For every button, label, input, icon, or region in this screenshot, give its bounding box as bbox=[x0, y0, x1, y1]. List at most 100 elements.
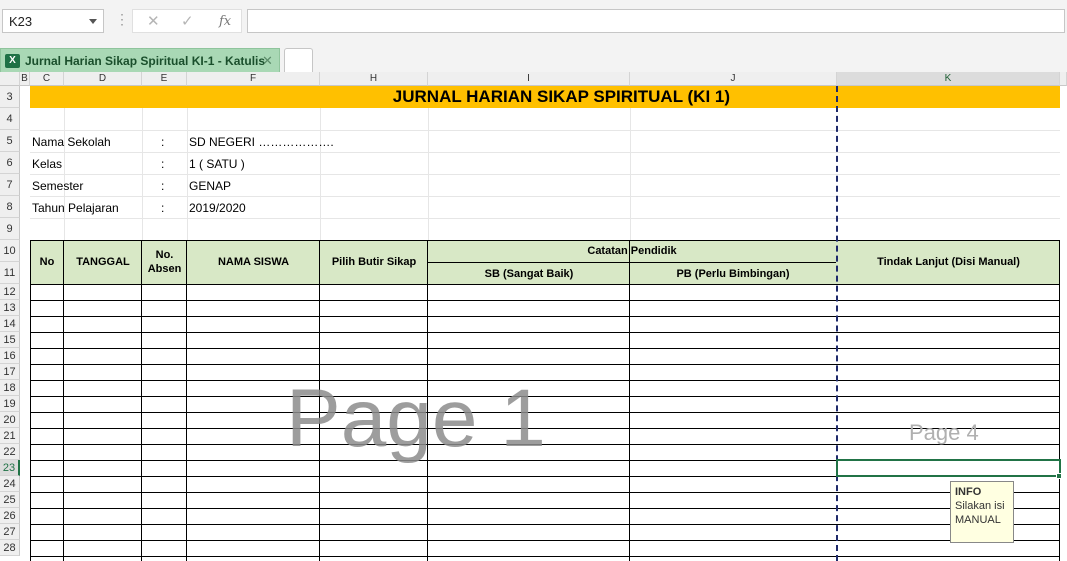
row-header-3[interactable]: 3 bbox=[0, 86, 20, 108]
selected-cell-k23[interactable] bbox=[836, 459, 1061, 477]
page-4-watermark: Page 4 bbox=[909, 420, 979, 445]
header-tanggal: TANGGAL bbox=[76, 256, 130, 268]
row-header-18[interactable]: 18 bbox=[0, 380, 20, 396]
select-all-corner[interactable] bbox=[0, 72, 20, 86]
tab-active-workbook[interactable]: X Jurnal Harian Sikap Spiritual KI-1 - K… bbox=[0, 48, 280, 72]
table-border-vertical bbox=[629, 240, 630, 561]
row-header-4[interactable]: 4 bbox=[0, 108, 20, 130]
workbook-tabs: X Jurnal Harian Sikap Spiritual KI-1 - K… bbox=[0, 46, 1067, 72]
row-header-28[interactable]: 28 bbox=[0, 540, 20, 556]
row-header-22[interactable]: 22 bbox=[0, 444, 20, 460]
row-header-11[interactable]: 11 bbox=[0, 262, 20, 284]
column-header-j[interactable]: J bbox=[630, 72, 837, 86]
row-header-19[interactable]: 19 bbox=[0, 396, 20, 412]
gridline bbox=[30, 130, 1060, 131]
header-no-absen-2: Absen bbox=[147, 263, 182, 275]
table-border-horizontal bbox=[30, 300, 1060, 301]
column-header-h[interactable]: H bbox=[320, 72, 428, 86]
gridline bbox=[142, 108, 143, 240]
gridline bbox=[30, 218, 1060, 219]
table-border-horizontal bbox=[428, 262, 836, 263]
row-header-14[interactable]: 14 bbox=[0, 316, 20, 332]
function-icon[interactable]: fx bbox=[219, 14, 231, 29]
page-1-watermark: Page 1 bbox=[286, 373, 546, 464]
check-icon[interactable]: ✓ bbox=[181, 12, 194, 30]
gridline bbox=[320, 108, 321, 240]
table-border-vertical bbox=[63, 240, 64, 561]
header-sb: SB (Sangat Baik) bbox=[484, 268, 574, 280]
gridline bbox=[30, 196, 1060, 197]
column-header-k[interactable]: K bbox=[837, 72, 1060, 86]
row-header-24[interactable]: 24 bbox=[0, 476, 20, 492]
header-pb: PB (Perlu Bimbingan) bbox=[676, 268, 790, 280]
table-border-horizontal bbox=[30, 332, 1060, 333]
cancel-icon[interactable]: ✕ bbox=[147, 12, 160, 30]
gridline bbox=[630, 108, 631, 240]
cell-comment: INFO Silakan isi MANUAL bbox=[950, 481, 1014, 543]
gridline bbox=[30, 174, 1060, 175]
gridline bbox=[64, 108, 65, 240]
label-semester: Semester bbox=[32, 179, 84, 193]
table-border-horizontal bbox=[30, 556, 1060, 557]
separator: : bbox=[161, 135, 165, 149]
excel-icon: X bbox=[5, 54, 20, 68]
row-header-10[interactable]: 10 bbox=[0, 240, 20, 262]
row-header-9[interactable]: 9 bbox=[0, 218, 20, 240]
row-header-20[interactable]: 20 bbox=[0, 412, 20, 428]
table-border-horizontal bbox=[30, 316, 1060, 317]
column-header-next[interactable] bbox=[1060, 72, 1067, 86]
new-tab-button[interactable] bbox=[284, 48, 313, 72]
separator: : bbox=[161, 157, 165, 171]
column-header-f[interactable]: F bbox=[187, 72, 320, 86]
header-no: No bbox=[39, 256, 55, 268]
row-header-25[interactable]: 25 bbox=[0, 492, 20, 508]
row-header-27[interactable]: 27 bbox=[0, 524, 20, 540]
separator: : bbox=[161, 201, 165, 215]
column-header-d[interactable]: D bbox=[64, 72, 142, 86]
chevron-down-icon[interactable] bbox=[89, 19, 97, 24]
row-header-17[interactable]: 17 bbox=[0, 364, 20, 380]
value-kelas[interactable]: 1 ( SATU ) bbox=[189, 157, 245, 171]
row-header-21[interactable]: 21 bbox=[0, 428, 20, 444]
row-header-12[interactable]: 12 bbox=[0, 284, 20, 300]
row-header-23[interactable]: 23 bbox=[0, 460, 20, 476]
close-icon[interactable]: ✕ bbox=[262, 53, 273, 69]
table-border-horizontal bbox=[30, 540, 1060, 541]
row-header-26[interactable]: 26 bbox=[0, 508, 20, 524]
column-header-i[interactable]: I bbox=[428, 72, 630, 86]
table-border-horizontal bbox=[30, 508, 1060, 509]
header-pilih-butir: Pilih Butir Sikap bbox=[331, 256, 417, 268]
comment-line-2: MANUAL bbox=[955, 514, 1001, 526]
header-no-absen-1: No. bbox=[155, 249, 174, 261]
row-header-16[interactable]: 16 bbox=[0, 348, 20, 364]
column-header-e[interactable]: E bbox=[142, 72, 187, 86]
spreadsheet-grid[interactable]: B C D E F H I J K 3 4 5 6 7 8 9 10 11 12 13 14 15 16 1… bbox=[0, 72, 1067, 561]
row-header-13[interactable]: 13 bbox=[0, 300, 20, 316]
column-header-c[interactable]: C bbox=[30, 72, 64, 86]
comment-line-1: Silakan isi bbox=[955, 500, 1005, 512]
name-box[interactable]: K23 bbox=[2, 9, 104, 33]
label-nama-sekolah: Nama Sekolah bbox=[32, 135, 111, 149]
gridline bbox=[428, 108, 429, 240]
formula-input[interactable] bbox=[247, 9, 1065, 33]
formula-bar: K23 ⋮ ✕ ✓ fx bbox=[0, 0, 1067, 46]
separator: : bbox=[161, 179, 165, 193]
column-header-b[interactable]: B bbox=[20, 72, 30, 86]
value-semester[interactable]: GENAP bbox=[189, 179, 231, 193]
header-nama-siswa: NAMA SISWA bbox=[217, 256, 290, 268]
row-header-7[interactable]: 7 bbox=[0, 174, 20, 196]
table-border-vertical bbox=[186, 240, 187, 561]
row-header-6[interactable]: 6 bbox=[0, 152, 20, 174]
table-border-horizontal bbox=[30, 240, 1060, 241]
sheet-title: JURNAL HARIAN SIKAP SPIRITUAL (KI 1) bbox=[392, 87, 730, 106]
value-nama-sekolah[interactable]: SD NEGERI ………………. bbox=[189, 135, 334, 149]
row-header-8[interactable]: 8 bbox=[0, 196, 20, 218]
value-tahun-pelajaran[interactable]: 2019/2020 bbox=[189, 201, 246, 215]
fill-handle[interactable] bbox=[1056, 473, 1062, 479]
row-header-15[interactable]: 15 bbox=[0, 332, 20, 348]
table-border-horizontal bbox=[30, 524, 1060, 525]
table-border-horizontal bbox=[30, 364, 1060, 365]
more-icon: ⋮ bbox=[115, 11, 129, 27]
row-header-5[interactable]: 5 bbox=[0, 130, 20, 152]
tab-label: Jurnal Harian Sikap Spiritual KI-1 - Kat… bbox=[25, 54, 266, 68]
